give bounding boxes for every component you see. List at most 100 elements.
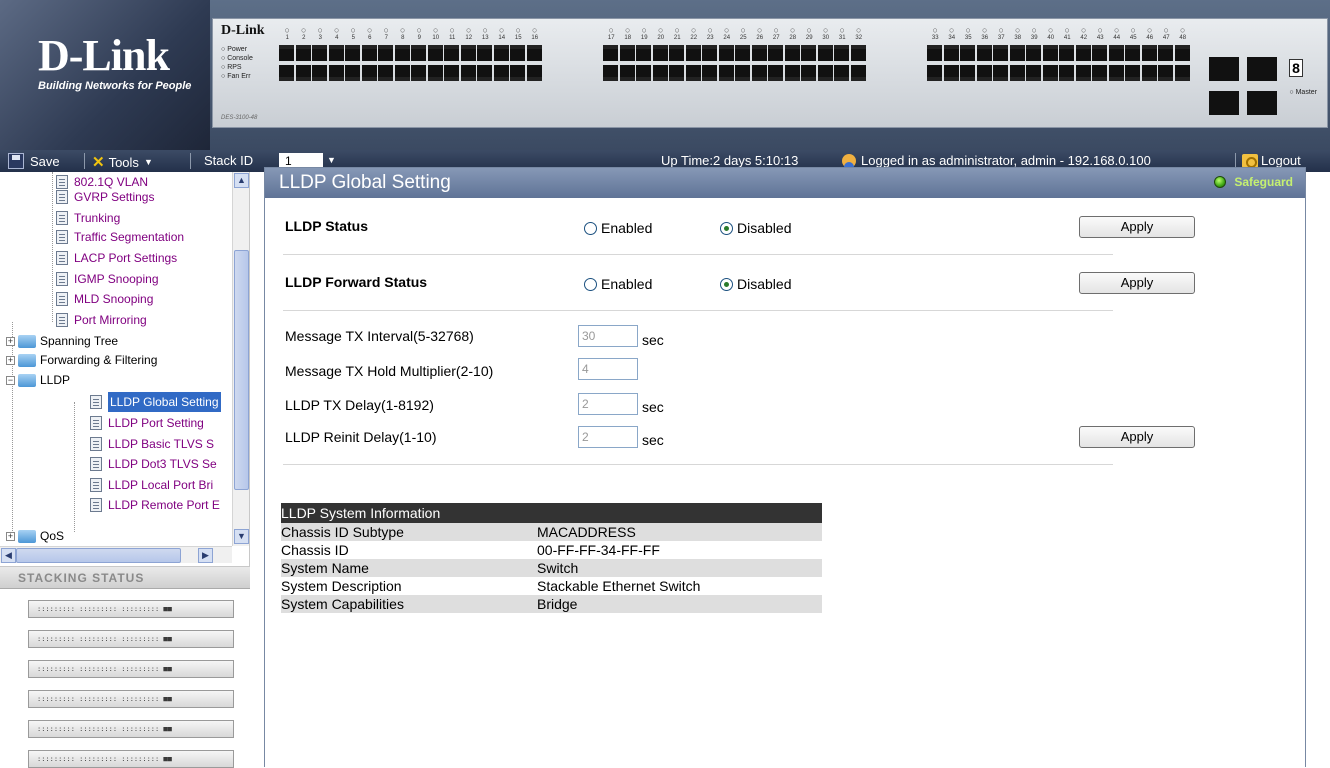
document-icon xyxy=(90,478,102,492)
stacking-unit-list: ::::::::: ::::::::: ::::::::: ■■::::::::… xyxy=(0,589,250,768)
lldp-forward-disabled-radio[interactable]: Disabled xyxy=(720,276,791,292)
device-banner: D-Link Building Networks for People D-Li… xyxy=(0,0,1330,150)
tree-vertical-scrollbar[interactable]: ▲ ▼ xyxy=(232,172,249,546)
tools-icon: ✕ xyxy=(92,154,105,171)
message-tx-interval-label: Message TX Interval(5-32768) xyxy=(285,328,474,344)
tree-item-label: Forwarding & Filtering xyxy=(40,353,158,367)
lldp-reinit-delay-label: LLDP Reinit Delay(1-10) xyxy=(285,429,437,445)
port-jack-row xyxy=(603,65,867,81)
expand-icon[interactable]: + xyxy=(6,531,15,541)
logout-icon xyxy=(1242,153,1258,168)
tree-item-spanning-tree[interactable]: + Spanning Tree xyxy=(6,331,118,351)
scroll-down-icon[interactable]: ▼ xyxy=(234,529,249,544)
folder-icon xyxy=(18,334,36,348)
tree-item-label: GVRP Settings xyxy=(74,190,155,204)
tree-connector xyxy=(74,402,75,532)
switch-model: DES-3100-48 xyxy=(221,115,258,121)
document-icon xyxy=(56,313,68,327)
tree-item-forwarding-filtering[interactable]: + Forwarding & Filtering xyxy=(6,350,157,370)
port-jack-row xyxy=(927,45,1191,61)
combo-port-1 xyxy=(1209,57,1239,81)
lldp-tx-delay-field[interactable]: 2 xyxy=(578,393,638,415)
scrollbar-thumb[interactable] xyxy=(16,548,181,563)
page-title: LLDP Global Setting xyxy=(279,172,451,193)
save-button[interactable]: Save xyxy=(8,153,60,169)
stack-unit-6[interactable]: ::::::::: ::::::::: ::::::::: ■■ xyxy=(28,750,234,768)
lldp-forward-apply-button[interactable]: Apply xyxy=(1079,272,1195,294)
scroll-right-icon[interactable]: ▶ xyxy=(198,548,213,563)
tree-item-traffic-segmentation[interactable]: Traffic Segmentation xyxy=(56,227,184,247)
tree-item-lldp-basic-tlvs-s[interactable]: LLDP Basic TLVS S xyxy=(90,434,214,454)
combo-port-2 xyxy=(1247,57,1277,81)
tree-item-mld-snooping[interactable]: MLD Snooping xyxy=(56,289,153,309)
toolbar-divider xyxy=(84,153,85,169)
port-led-row: ○ ○ ○ ○ ○ ○ ○ ○ ○ ○ ○ ○ ○ ○ ○ ○ xyxy=(932,25,1186,35)
lldp-forward-enabled-radio[interactable]: Enabled xyxy=(584,276,652,292)
tree-item-gvrp-settings[interactable]: GVRP Settings xyxy=(56,187,154,207)
main-content: LLDP Global Setting Safeguard LLDP Statu… xyxy=(264,167,1306,767)
tree-item-trunking[interactable]: Trunking xyxy=(56,208,120,228)
rps-led-label: ○ RPS xyxy=(221,64,242,71)
stack-unit-1[interactable]: ::::::::: ::::::::: ::::::::: ■■ xyxy=(28,600,234,618)
tree-item-lldp[interactable]: − LLDP xyxy=(6,370,70,390)
lldp-system-info-table: LLDP System Information Chassis ID Subty… xyxy=(281,503,822,613)
scroll-left-icon[interactable]: ◀ xyxy=(1,548,16,563)
tree-item-lldp-global-setting[interactable]: LLDP Global Setting xyxy=(90,392,221,412)
master-led-label: ○ Master xyxy=(1289,89,1317,96)
dlink-logo: D-Link xyxy=(38,31,170,80)
lldp-status-apply-button[interactable]: Apply xyxy=(1079,216,1195,238)
floppy-disk-icon xyxy=(8,153,24,169)
scroll-up-icon[interactable]: ▲ xyxy=(234,173,249,188)
lldp-tx-delay-label: LLDP TX Delay(1-8192) xyxy=(285,397,434,413)
chevron-down-icon[interactable]: ▼ xyxy=(327,155,336,165)
stack-unit-4[interactable]: ::::::::: ::::::::: ::::::::: ■■ xyxy=(28,690,234,708)
stacking-status-header[interactable]: Stacking Status xyxy=(0,567,250,589)
port-group-1: ○ ○ ○ ○ ○ ○ ○ ○ ○ ○ ○ ○ ○ ○ ○ ○ 1 2 3 4 5 6 7 8 9 10 11 12 13 14 15 16 xyxy=(279,25,543,81)
tree-item-lldp-dot3-tlvs-se[interactable]: LLDP Dot3 TLVS Se xyxy=(90,454,217,474)
system-info-key: System Name xyxy=(281,559,537,577)
tree-item-label: QoS xyxy=(40,529,65,543)
combo-port-4 xyxy=(1247,91,1277,115)
system-info-value: Bridge xyxy=(537,595,822,613)
params-apply-button[interactable]: Apply xyxy=(1079,426,1195,448)
scrollbar-thumb[interactable] xyxy=(234,250,249,490)
tree-item-label: LACP Port Settings xyxy=(74,251,178,265)
document-icon xyxy=(56,190,68,204)
port-number-row: 33 34 35 36 37 38 39 40 41 42 43 44 45 46 47 48 xyxy=(931,35,1187,41)
tree-item-lacp-port-settings[interactable]: LACP Port Settings xyxy=(56,248,177,268)
lldp-reinit-delay-field[interactable]: 2 xyxy=(578,426,638,448)
console-led-label: ○ Console xyxy=(221,55,253,62)
lldp-status-enabled-radio[interactable]: Enabled xyxy=(584,220,652,236)
expand-icon[interactable]: + xyxy=(6,336,15,346)
tree-item-lldp-port-setting[interactable]: LLDP Port Setting xyxy=(90,413,204,433)
tree-item-lldp-remote-port-e[interactable]: LLDP Remote Port E xyxy=(90,495,220,515)
folder-open-icon xyxy=(18,373,36,387)
expand-icon[interactable]: + xyxy=(6,355,15,365)
lldp-status-disabled-radio[interactable]: Disabled xyxy=(720,220,791,236)
tools-menu[interactable]: ✕ Tools ▼ xyxy=(92,153,153,171)
port-led-row: ○ ○ ○ ○ ○ ○ ○ ○ ○ ○ ○ ○ ○ ○ ○ ○ xyxy=(608,25,862,35)
collapse-icon[interactable]: − xyxy=(6,375,15,385)
tree-item-lldp-local-port-bri[interactable]: LLDP Local Port Bri xyxy=(90,475,213,495)
message-tx-hold-multiplier-field[interactable]: 4 xyxy=(578,358,638,380)
radio-icon xyxy=(584,277,597,291)
message-tx-interval-field[interactable]: 30 xyxy=(578,325,638,347)
system-info-value: MACADDRESS xyxy=(537,523,822,541)
stack-unit-5[interactable]: ::::::::: ::::::::: ::::::::: ■■ xyxy=(28,720,234,738)
port-group-2: ○ ○ ○ ○ ○ ○ ○ ○ ○ ○ ○ ○ ○ ○ ○ ○ 17 18 19 20 21 22 23 24 25 26 27 28… xyxy=(603,25,867,81)
radio-checked-icon xyxy=(720,221,733,235)
tree-item-label: Spanning Tree xyxy=(40,334,119,348)
tree-item-port-mirroring[interactable]: Port Mirroring xyxy=(56,310,147,330)
sec-unit-label: sec xyxy=(642,432,664,448)
section-divider xyxy=(283,254,1113,255)
port-jack-row xyxy=(927,65,1191,81)
switch-front-panel: D-Link ○ Power ○ Console ○ RPS ○ Fan Err… xyxy=(212,18,1328,128)
tree-item-igmp-snooping[interactable]: IGMP Snooping xyxy=(56,269,159,289)
tree-item-qos[interactable]: + QoS xyxy=(6,526,64,546)
stack-unit-2[interactable]: ::::::::: ::::::::: ::::::::: ■■ xyxy=(28,630,234,648)
tree-horizontal-scrollbar[interactable]: ◀ ▶ xyxy=(0,546,232,563)
stack-unit-3[interactable]: ::::::::: ::::::::: ::::::::: ■■ xyxy=(28,660,234,678)
sec-unit-label: sec xyxy=(642,399,664,415)
system-info-row: System Description Stackable Ethernet Swi… xyxy=(281,577,822,595)
logout-button[interactable]: Logout xyxy=(1242,153,1301,168)
